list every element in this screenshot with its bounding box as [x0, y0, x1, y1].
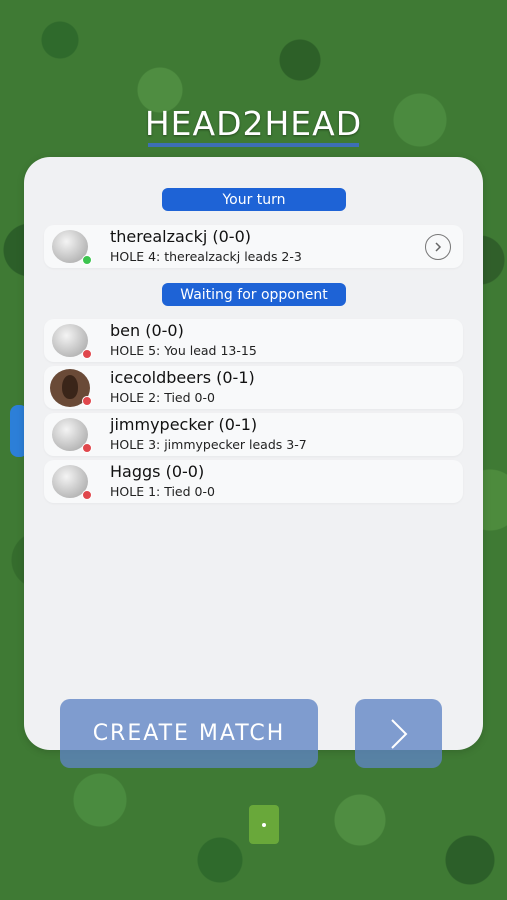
page-indicator [249, 805, 279, 844]
waiting-header: Waiting for opponent [162, 283, 346, 306]
your-turn-header: Your turn [162, 188, 346, 211]
title-underline [148, 143, 359, 147]
match-detail: HOLE 5: You lead 13-15 [110, 343, 257, 358]
opponent-name: ben (0-0) [110, 321, 184, 340]
status-online-icon [82, 255, 92, 265]
status-offline-icon [82, 396, 92, 406]
opponent-name: icecoldbeers (0-1) [110, 368, 255, 387]
next-button[interactable] [355, 699, 442, 768]
match-row-jimmypecker[interactable]: jimmypecker (0-1) HOLE 3: jimmypecker le… [44, 413, 463, 456]
page-dot [262, 822, 266, 827]
status-offline-icon [82, 443, 92, 453]
match-row-therealzackj[interactable]: therealzackj (0-0) HOLE 4: therealzackj … [44, 225, 463, 268]
match-detail: HOLE 4: therealzackj leads 2-3 [110, 249, 302, 264]
status-offline-icon [82, 490, 92, 500]
chevron-right-icon[interactable] [425, 234, 451, 260]
opponent-name: jimmypecker (0-1) [110, 415, 258, 434]
app-title: HEAD2HEAD [144, 104, 363, 143]
match-row-icecoldbeers[interactable]: icecoldbeers (0-1) HOLE 2: Tied 0-0 [44, 366, 463, 409]
match-detail: HOLE 2: Tied 0-0 [110, 390, 215, 405]
opponent-name: therealzackj (0-0) [110, 227, 251, 246]
match-detail: HOLE 3: jimmypecker leads 3-7 [110, 437, 307, 452]
create-match-button[interactable]: CREATE MATCH [60, 699, 318, 768]
match-detail: HOLE 1: Tied 0-0 [110, 484, 215, 499]
status-offline-icon [82, 349, 92, 359]
match-row-ben[interactable]: ben (0-0) HOLE 5: You lead 13-15 [44, 319, 463, 362]
match-row-haggs[interactable]: Haggs (0-0) HOLE 1: Tied 0-0 [44, 460, 463, 503]
opponent-name: Haggs (0-0) [110, 462, 205, 481]
chevron-right-icon [390, 718, 407, 749]
